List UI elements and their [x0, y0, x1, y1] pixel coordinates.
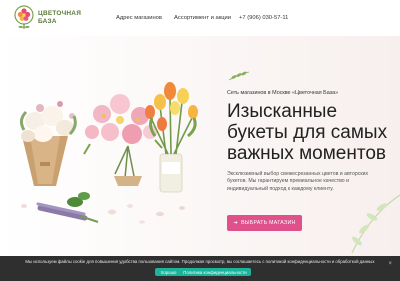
leaf-decoration-icon: [228, 71, 250, 81]
close-icon[interactable]: ×: [388, 261, 392, 267]
logo-text: ЦВЕТОЧНАЯ БАЗА: [38, 10, 81, 25]
nav-phone-link[interactable]: +7 (906) 030-57-11: [239, 15, 288, 21]
logo[interactable]: ЦВЕТОЧНАЯ БАЗА: [12, 5, 81, 33]
hero-title: Изысканные букеты для самых важных момен…: [227, 101, 388, 164]
privacy-policy-button[interactable]: Политика конфиденциальности: [179, 268, 251, 276]
lavender-bundle: [36, 202, 99, 223]
nav-addresses-link[interactable]: Адрес магазинов: [116, 15, 162, 21]
bouquets-image: [19, 82, 198, 224]
logo-line-2: БАЗА: [38, 17, 57, 25]
hero-text: Сеть магазинов в Москве «Цветочная База»…: [227, 90, 397, 193]
arrow-right-icon: ➔: [233, 220, 239, 226]
nav-assortment-link[interactable]: Ассортимент и акции: [174, 15, 231, 21]
rose-bouquet: [19, 101, 77, 186]
cookie-banner: Мы используем файлы cookie для повышения…: [0, 256, 400, 281]
logo-line-1: ЦВЕТОЧНАЯ: [38, 10, 82, 17]
flower-logo-icon: [14, 5, 34, 29]
branch-decoration-icon: [351, 194, 400, 254]
choose-store-button[interactable]: ➔ ВЫБРАТЬ МАГАЗИН: [227, 215, 302, 231]
cookie-text: Мы используем файлы cookie для повышения…: [25, 259, 375, 264]
cookie-accept-button[interactable]: Хорошо: [155, 268, 182, 276]
site-header: ЦВЕТОЧНАЯ БАЗА Адрес магазинов Ассортиме…: [0, 0, 400, 36]
choose-store-label: ВЫБРАТЬ МАГАЗИН: [241, 220, 296, 226]
hero-subtitle: Сеть магазинов в Москве «Цветочная База»: [227, 90, 339, 96]
